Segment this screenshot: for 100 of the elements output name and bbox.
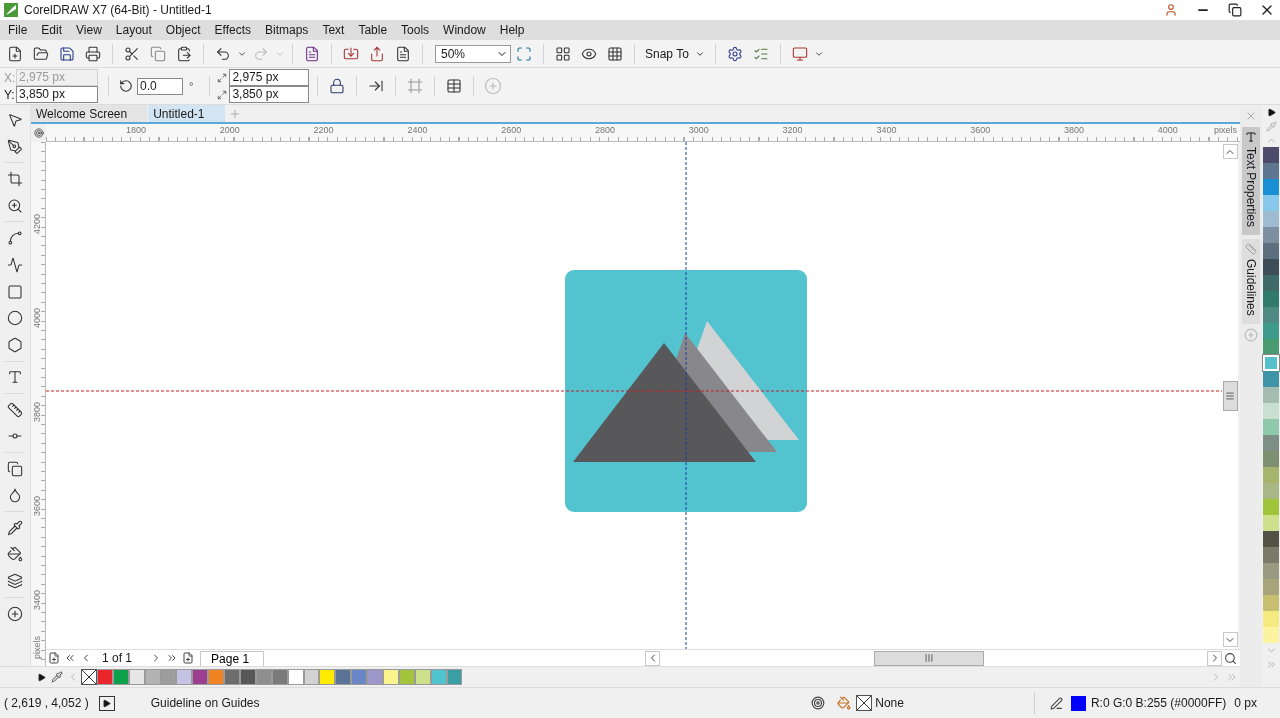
color-swatch[interactable] bbox=[1263, 579, 1279, 595]
color-swatch[interactable] bbox=[1263, 451, 1279, 467]
ruler-label: 3000 bbox=[688, 125, 709, 135]
color-swatch[interactable] bbox=[1263, 323, 1279, 339]
color-swatch[interactable] bbox=[1263, 499, 1279, 515]
mountain-artwork-drawing[interactable] bbox=[565, 270, 807, 512]
color-swatch[interactable] bbox=[1263, 467, 1279, 483]
color-swatch[interactable] bbox=[1263, 435, 1279, 451]
color-swatch[interactable] bbox=[1263, 515, 1279, 531]
ruler-unit: pixels bbox=[32, 636, 42, 659]
color-swatch[interactable] bbox=[1263, 307, 1279, 323]
color-swatch[interactable] bbox=[1263, 371, 1279, 387]
vertical-guideline[interactable] bbox=[685, 142, 687, 649]
ruler-label: 4200 bbox=[32, 214, 42, 235]
outline-value: R:0 G:0 B:255 (#0000FF) bbox=[1090, 696, 1227, 710]
position-field[interactable]: 3,850 px bbox=[16, 86, 98, 103]
app-logo-icon bbox=[4, 3, 18, 17]
add-page-icon[interactable] bbox=[46, 650, 62, 666]
ruler-label: 4000 bbox=[32, 308, 42, 329]
color-swatch[interactable] bbox=[1263, 259, 1279, 275]
document-tab[interactable]: Untitled-1 bbox=[148, 105, 225, 122]
menu-item[interactable]: View bbox=[70, 23, 110, 37]
field-label: Y: bbox=[4, 87, 16, 102]
color-swatch[interactable] bbox=[1263, 611, 1279, 627]
menu-item[interactable]: Help bbox=[493, 23, 533, 37]
color-swatch[interactable] bbox=[367, 669, 384, 685]
menu-item[interactable]: Tools bbox=[395, 23, 438, 37]
color-swatch[interactable] bbox=[1263, 403, 1279, 419]
color-swatch[interactable] bbox=[1263, 227, 1279, 243]
ruler-label: 2600 bbox=[501, 125, 522, 135]
menu-item[interactable]: File bbox=[2, 23, 36, 37]
zoom-icon[interactable] bbox=[1222, 650, 1238, 666]
ruler-label: 4000 bbox=[1157, 125, 1178, 135]
color-swatch[interactable] bbox=[351, 669, 368, 685]
add-icon[interactable] bbox=[1243, 327, 1259, 342]
menu-item[interactable]: Bitmaps bbox=[259, 23, 317, 37]
color-swatch[interactable] bbox=[1263, 147, 1279, 163]
page-count: 1 of 1 bbox=[101, 651, 134, 665]
ruler-label: 2400 bbox=[407, 125, 428, 135]
window-title: CorelDRAW X7 (64-Bit) - Untitled-1 bbox=[24, 3, 213, 17]
color-swatch[interactable] bbox=[208, 669, 225, 685]
color-swatch[interactable] bbox=[383, 669, 399, 685]
color-swatch[interactable] bbox=[1263, 547, 1279, 563]
menu-item[interactable]: Layout bbox=[109, 23, 160, 37]
size-field[interactable]: 3,850 px bbox=[229, 86, 310, 103]
color-swatch[interactable] bbox=[224, 669, 240, 685]
horizontal-guideline[interactable] bbox=[46, 390, 1222, 392]
color-swatch[interactable] bbox=[1263, 595, 1279, 611]
color-swatch[interactable] bbox=[1263, 339, 1279, 355]
color-swatch[interactable] bbox=[1263, 291, 1279, 307]
color-swatch[interactable] bbox=[1263, 243, 1279, 259]
fill-bucket-icon[interactable] bbox=[836, 695, 853, 711]
cursor-coordinates: ( 2,619 , 4,052 ) bbox=[4, 696, 89, 710]
ruler-icon bbox=[1245, 243, 1257, 256]
color-swatch[interactable] bbox=[240, 669, 256, 685]
no-color-swatch[interactable] bbox=[81, 669, 97, 685]
menu-item[interactable]: Table bbox=[352, 23, 396, 37]
play-icon[interactable] bbox=[98, 695, 115, 711]
document-tab[interactable]: Welcome Screen bbox=[31, 105, 148, 122]
docker-tab[interactable]: Guidelines bbox=[1242, 239, 1260, 324]
scroll-thumb[interactable] bbox=[874, 650, 984, 666]
ruler-label: 3600 bbox=[32, 496, 42, 517]
eyedropper-icon[interactable] bbox=[49, 669, 65, 685]
zoom-dropdown[interactable]: 50% bbox=[435, 44, 511, 63]
scroll-thumb[interactable] bbox=[1222, 380, 1238, 411]
pen-icon[interactable] bbox=[1048, 695, 1065, 711]
angle-field[interactable]: 0.0 bbox=[137, 77, 183, 95]
color-swatch[interactable] bbox=[1263, 419, 1279, 435]
color-swatch[interactable] bbox=[319, 669, 336, 685]
size-field[interactable]: 2,975 px bbox=[229, 69, 310, 86]
ruler-label: 1800 bbox=[126, 125, 147, 135]
scroll-up-icon[interactable] bbox=[1222, 144, 1238, 159]
color-swatch[interactable] bbox=[1263, 163, 1279, 179]
color-swatch[interactable] bbox=[1263, 211, 1279, 227]
scroll-left-icon[interactable] bbox=[645, 650, 660, 666]
ruler-label: 2800 bbox=[595, 125, 616, 135]
menu-item[interactable]: Text bbox=[316, 23, 353, 37]
degree-sign: ° bbox=[189, 80, 194, 92]
color-swatch[interactable] bbox=[176, 669, 193, 685]
page-tab[interactable]: Page 1 bbox=[200, 650, 265, 666]
color-swatch[interactable] bbox=[192, 669, 209, 685]
menu-item[interactable]: Window bbox=[437, 23, 494, 37]
color-swatch[interactable] bbox=[1263, 387, 1279, 403]
fill-value: None bbox=[875, 696, 904, 710]
color-swatch[interactable] bbox=[1263, 531, 1279, 547]
color-swatch[interactable] bbox=[1263, 275, 1279, 291]
outline-width: 0 px bbox=[1234, 696, 1257, 710]
snap-to-button[interactable]: Snap To bbox=[641, 42, 709, 65]
color-swatch[interactable] bbox=[97, 669, 113, 685]
menu-item[interactable]: Edit bbox=[35, 23, 71, 37]
color-swatch[interactable] bbox=[1263, 195, 1279, 211]
color-swatch[interactable] bbox=[1263, 627, 1279, 643]
color-swatch[interactable] bbox=[1263, 563, 1279, 579]
color-swatch[interactable] bbox=[1263, 179, 1279, 195]
menu-item[interactable]: Object bbox=[159, 23, 209, 37]
docker-tab[interactable]: Text Properties bbox=[1242, 127, 1260, 236]
menu-item[interactable]: Effects bbox=[208, 23, 259, 37]
ruler-label: 3200 bbox=[782, 125, 803, 135]
color-swatch[interactable] bbox=[1263, 483, 1279, 499]
color-swatch[interactable] bbox=[335, 669, 352, 685]
